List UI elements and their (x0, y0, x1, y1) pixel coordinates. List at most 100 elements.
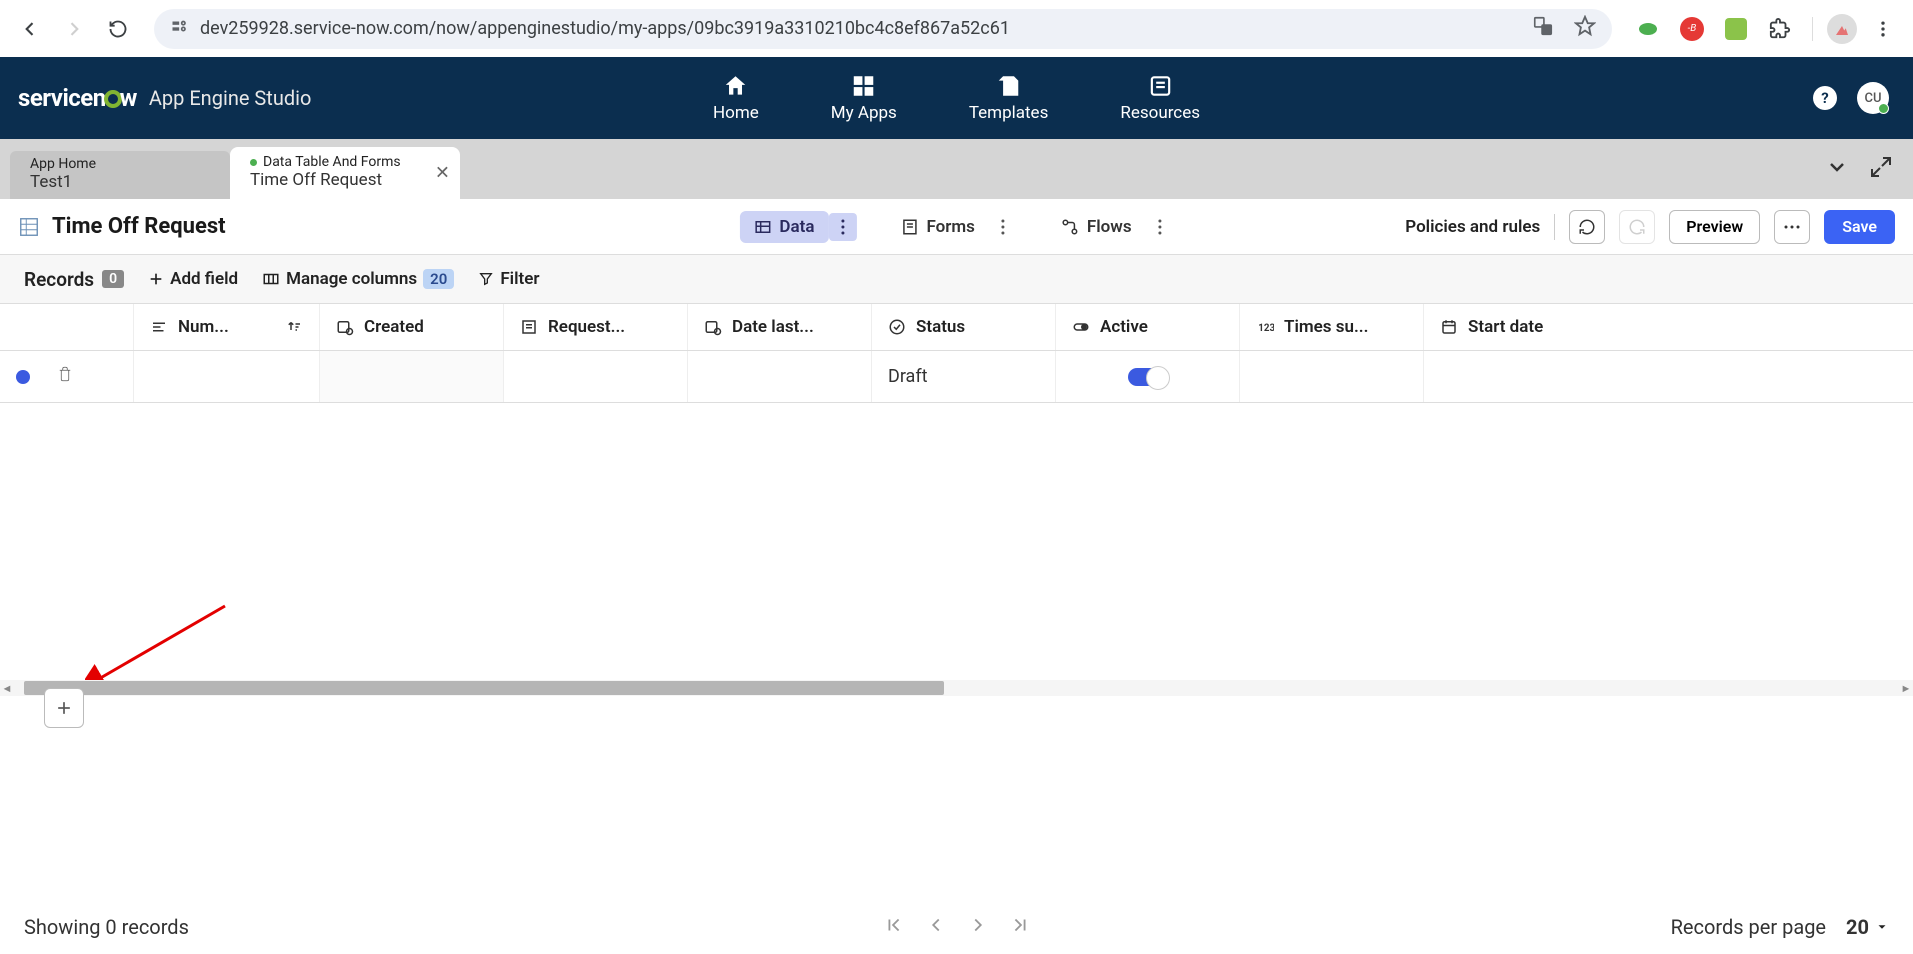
back-button[interactable] (12, 11, 48, 47)
table-icon (18, 216, 40, 238)
extension-1-icon[interactable] (1634, 15, 1662, 43)
segment-flows-label: Flows (1087, 217, 1132, 237)
add-row-button[interactable] (44, 688, 84, 728)
cell-created[interactable] (320, 351, 504, 402)
nav-home-label: Home (713, 103, 759, 123)
cell-active[interactable] (1056, 351, 1240, 402)
column-active[interactable]: Active (1056, 304, 1240, 350)
per-page-label: Records per page (1671, 915, 1826, 939)
cell-date-last[interactable] (688, 351, 872, 402)
cell-start-date[interactable] (1424, 351, 1624, 402)
row-indicator-icon (16, 370, 30, 384)
calendar-icon (1440, 318, 1458, 336)
horizontal-scrollbar[interactable]: ◄ ► (0, 680, 1913, 696)
policies-link[interactable]: Policies and rules (1405, 217, 1540, 237)
next-page-button[interactable] (967, 914, 989, 941)
scrollbar-thumb[interactable] (24, 681, 944, 695)
flows-more-icon[interactable] (1146, 213, 1174, 241)
segment-data-label: Data (779, 217, 814, 237)
user-avatar[interactable]: CU (1857, 82, 1889, 114)
pagination (883, 914, 1031, 941)
check-circle-icon (888, 318, 906, 336)
url-bar[interactable]: dev259928.service-now.com/now/appengines… (154, 9, 1612, 49)
tab-app-home[interactable]: App Home Test1 (10, 151, 230, 199)
tab-time-off-request[interactable]: Data Table And Forms Time Off Request ✕ (230, 147, 460, 199)
scroll-right-icon[interactable]: ► (1899, 682, 1913, 695)
home-icon (723, 73, 749, 99)
footer-bar: Showing 0 records Records per page 20 (0, 900, 1913, 954)
column-created[interactable]: Created (320, 304, 504, 350)
last-page-button[interactable] (1009, 914, 1031, 941)
column-date-last[interactable]: Date last... (688, 304, 872, 350)
extension-3-icon[interactable] (1722, 15, 1750, 43)
cell-number[interactable] (134, 351, 320, 402)
column-actions (0, 304, 134, 350)
extension-2-icon[interactable]: -B (1678, 15, 1706, 43)
records-text: Records (24, 268, 94, 291)
segment-forms[interactable]: Forms (886, 211, 988, 243)
column-label: Date last... (732, 317, 814, 337)
column-label: Num... (178, 317, 229, 337)
column-number[interactable]: Num... (134, 304, 320, 350)
scroll-left-icon[interactable]: ◄ (0, 682, 14, 695)
table-row[interactable]: Draft (0, 351, 1913, 403)
chevron-down-icon (1875, 920, 1889, 934)
redo-button[interactable] (1619, 210, 1655, 244)
records-count-badge: 0 (102, 270, 124, 288)
sort-asc-icon[interactable] (285, 318, 303, 336)
filter-button[interactable]: Filter (478, 269, 539, 289)
segment-forms-label: Forms (926, 217, 974, 237)
profile-avatar[interactable] (1827, 14, 1857, 44)
help-icon[interactable]: ? (1813, 86, 1837, 110)
save-button[interactable]: Save (1824, 210, 1895, 244)
resources-icon (1147, 73, 1173, 99)
column-status[interactable]: Status (872, 304, 1056, 350)
reload-button[interactable] (100, 11, 136, 47)
manage-columns-label: Manage columns (286, 269, 417, 289)
column-requested[interactable]: Request... (504, 304, 688, 350)
column-label: Start date (1468, 317, 1543, 337)
column-start-date[interactable]: Start date (1424, 304, 1624, 350)
extensions-menu-icon[interactable] (1766, 15, 1794, 43)
templates-icon (996, 73, 1022, 99)
cell-status[interactable]: Draft (872, 351, 1056, 402)
per-page-selector[interactable]: 20 (1846, 915, 1889, 939)
column-times-submitted[interactable]: 123 Times su... (1240, 304, 1424, 350)
apps-icon (851, 73, 877, 99)
nav-templates[interactable]: Templates (963, 63, 1055, 133)
add-field-button[interactable]: Add field (148, 269, 238, 289)
expand-fullscreen-icon[interactable] (1869, 155, 1893, 183)
product-name: App Engine Studio (149, 86, 312, 110)
bookmark-icon[interactable] (1574, 15, 1596, 42)
prev-page-button[interactable] (925, 914, 947, 941)
cell-times-submitted[interactable] (1240, 351, 1424, 402)
showing-records-label: Showing 0 records (24, 915, 189, 939)
active-toggle[interactable] (1128, 368, 1168, 386)
preview-label: Preview (1686, 217, 1743, 236)
forms-more-icon[interactable] (989, 213, 1017, 241)
svg-text:123: 123 (1258, 323, 1274, 334)
segment-data[interactable]: Data (739, 211, 828, 243)
forms-icon (900, 218, 918, 236)
more-actions-button[interactable] (1774, 210, 1810, 244)
translate-icon[interactable] (1532, 15, 1554, 42)
segment-flows[interactable]: Flows (1047, 211, 1146, 243)
records-label: Records 0 (24, 268, 124, 291)
preview-button[interactable]: Preview (1669, 210, 1760, 244)
undo-button[interactable] (1569, 210, 1605, 244)
data-more-icon[interactable] (828, 213, 856, 241)
nav-my-apps[interactable]: My Apps (825, 63, 903, 133)
nav-home[interactable]: Home (707, 63, 765, 133)
close-tab-icon[interactable]: ✕ (435, 163, 450, 184)
collapse-tabs-icon[interactable] (1825, 155, 1849, 183)
chrome-menu-icon[interactable] (1865, 11, 1901, 47)
first-page-button[interactable] (883, 914, 905, 941)
manage-columns-button[interactable]: Manage columns 20 (262, 269, 454, 289)
delete-row-button[interactable] (56, 365, 74, 388)
nav-resources[interactable]: Resources (1114, 63, 1206, 133)
logo[interactable]: servicenw (18, 84, 137, 112)
forward-button[interactable] (56, 11, 92, 47)
cell-requested[interactable] (504, 351, 688, 402)
site-settings-icon[interactable] (170, 19, 190, 39)
toggle-icon (1072, 318, 1090, 336)
